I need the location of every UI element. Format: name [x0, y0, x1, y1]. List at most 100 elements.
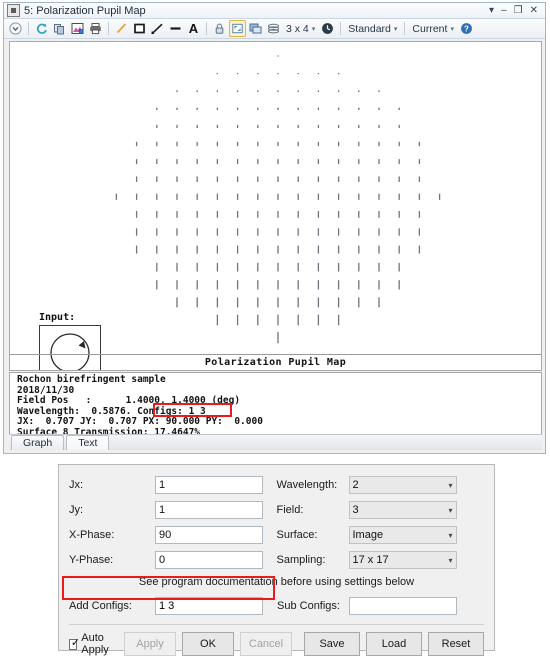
field-select[interactable]: 3 ▾ [348, 501, 457, 519]
field-row-x-phase: X-Phase: 90 [69, 524, 277, 546]
field-value: 3 [352, 503, 359, 516]
surface-value: Image [352, 528, 384, 541]
field-row-field: Field: 3 ▾ [277, 499, 485, 521]
x-phase-label: X-Phase: [69, 529, 115, 541]
print-icon[interactable] [87, 20, 104, 37]
jx-label: Jx: [69, 479, 84, 491]
toolbar-separator-5 [404, 22, 406, 35]
reset-button[interactable]: Reset [428, 632, 484, 656]
info-line-4: JX: 0.707 JY: 0.707 PX: 90.000 PY: 0.000 [17, 416, 263, 428]
apply-button[interactable]: Apply [124, 632, 176, 656]
sampling-label: Sampling: [276, 554, 326, 566]
pencil-line-icon[interactable] [113, 20, 130, 37]
checkbox-checked-icon [69, 637, 81, 650]
y-phase-label: Y-Phase: [69, 554, 114, 566]
copy-icon[interactable] [51, 20, 68, 37]
wavelength-label: Wavelength: [276, 479, 338, 491]
surface-label: Surface: [276, 529, 318, 541]
field-row-surface: Surface: Image ▾ [277, 524, 485, 546]
jx-input[interactable]: 1 [155, 476, 263, 494]
menu-dropdown-icon[interactable] [7, 20, 24, 37]
fit-window-icon[interactable] [229, 20, 246, 37]
save-image-icon[interactable] [69, 20, 86, 37]
toolbar-separator-3 [206, 22, 207, 35]
toolbar-separator-4 [340, 22, 342, 35]
window-app-icon [7, 4, 20, 17]
chevron-down-icon: ▾ [311, 25, 316, 33]
add-configs-input[interactable]: 1 3 [155, 597, 263, 615]
load-button[interactable]: Load [366, 632, 422, 656]
style-label: Standard [348, 22, 391, 35]
dropdown-caret-icon[interactable]: ▾ [489, 5, 494, 16]
wavelength-value: 2 [352, 478, 359, 491]
tab-graph[interactable]: Graph [11, 435, 65, 450]
window-controls: ▾ – ❐ ✕ [489, 5, 542, 16]
style-selector[interactable]: Standard ▾ [345, 23, 400, 35]
field-row-sampling: Sampling: 17 x 17 ▾ [277, 549, 485, 571]
rectangle-icon[interactable] [131, 20, 148, 37]
view-tabs: Graph Text [9, 434, 542, 450]
pupil-map-canvas [115, 55, 441, 344]
sampling-value: 17 x 17 [352, 553, 389, 566]
field-row-jx: Jx: 1 [69, 474, 277, 496]
minimize-icon[interactable]: – [501, 5, 507, 16]
tab-text[interactable]: Text [66, 435, 110, 450]
wavelength-select[interactable]: 2 ▾ [348, 476, 457, 494]
window-title: 5: Polarization Pupil Map [24, 4, 146, 17]
ok-button[interactable]: OK [182, 632, 234, 656]
jy-input[interactable]: 1 [155, 501, 263, 519]
help-icon[interactable]: ? [458, 20, 475, 37]
configuration-label: Current [412, 22, 448, 35]
grid-layout-label: 3 x 4 [286, 22, 309, 35]
refresh-icon[interactable] [33, 20, 50, 37]
chevron-down-icon: ▾ [393, 25, 398, 33]
field-row-jy: Jy: 1 [69, 499, 277, 521]
pupil-map-plot: Input: Polarization Pupil Map [9, 41, 542, 371]
field-label: Field: [276, 504, 304, 516]
field-row-y-phase: Y-Phase: 0 [69, 549, 277, 571]
settings-button-row: Auto Apply Apply OK Cancel Save Load Res… [59, 625, 494, 656]
clock-icon[interactable] [319, 20, 336, 37]
sub-configs-input[interactable] [349, 597, 457, 615]
plot-caption: Polarization Pupil Map [204, 357, 347, 368]
window-titlebar: 5: Polarization Pupil Map ▾ – ❐ ✕ [4, 3, 545, 19]
polarization-pupil-map-window: 5: Polarization Pupil Map ▾ – ❐ ✕ A 3 x … [3, 2, 546, 454]
surface-select[interactable]: Image ▾ [348, 526, 457, 544]
chevron-down-icon: ▾ [448, 555, 453, 565]
grid-layout-selector[interactable]: 3 x 4 ▾ [283, 23, 318, 35]
field-row-wavelength: Wavelength: 2 ▾ [277, 474, 485, 496]
settings-panel: Jx: 1 Jy: 1 X-Phase: 90 Y-Phase: 0 Wavel… [58, 464, 495, 656]
auto-apply-label: Auto Apply [81, 632, 109, 656]
info-line-3: Wavelength: 0.5876. Configs: 1 3 [17, 405, 206, 417]
save-button[interactable]: Save [304, 632, 360, 656]
horizontal-line-icon[interactable] [167, 20, 184, 37]
graph-toolbar: A 3 x 4 ▾ Standard ▾ Current ▾ ? [4, 19, 545, 39]
info-line-0: Rochon birefringent sample [17, 374, 166, 385]
settings-left-column: Jx: 1 Jy: 1 X-Phase: 90 Y-Phase: 0 [69, 474, 277, 574]
documentation-note: See program documentation before using s… [138, 576, 415, 588]
sampling-select[interactable]: 17 x 17 ▾ [348, 551, 457, 569]
diagonal-line-icon[interactable] [149, 20, 166, 37]
info-line-2: Field Pos : 1.4000, 1.4000 (deg) [17, 395, 241, 407]
chevron-down-icon: ▾ [448, 480, 453, 490]
settings-fields-grid: Jx: 1 Jy: 1 X-Phase: 90 Y-Phase: 0 Wavel… [59, 465, 494, 574]
configuration-selector[interactable]: Current ▾ [409, 23, 457, 35]
text-annotation-icon[interactable]: A [185, 20, 202, 37]
chevron-down-icon: ▾ [448, 530, 453, 540]
info-line-1: 2018/11/30 [17, 384, 75, 396]
maximize-icon[interactable]: ❐ [514, 5, 523, 16]
svg-text:?: ? [464, 25, 469, 34]
close-icon[interactable]: ✕ [530, 5, 538, 16]
x-phase-input[interactable]: 90 [155, 526, 263, 544]
auto-apply-checkbox[interactable]: Auto Apply [69, 632, 118, 656]
plot-info-text: Rochon birefringent sample 2018/11/30 Fi… [9, 372, 542, 438]
layers-icon[interactable] [265, 20, 282, 37]
y-phase-input[interactable]: 0 [155, 551, 263, 569]
configs-row: Add Configs: 1 3 Sub Configs: [59, 594, 494, 618]
detach-window-icon[interactable] [247, 20, 264, 37]
chevron-down-icon: ▾ [450, 25, 454, 33]
cancel-button[interactable]: Cancel [240, 632, 292, 656]
lock-icon[interactable] [211, 20, 228, 37]
chevron-down-icon: ▾ [448, 505, 453, 515]
sub-configs-label: Sub Configs: [277, 600, 340, 612]
